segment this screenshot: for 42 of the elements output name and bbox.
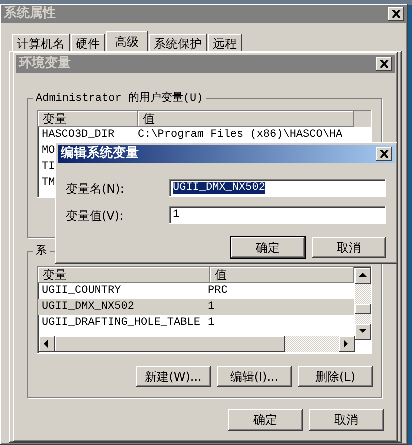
field-label: 变量值(V): bbox=[66, 208, 124, 225]
scroll-arrow-button[interactable] bbox=[355, 268, 371, 284]
action-button[interactable]: 新建(W)... bbox=[136, 366, 211, 387]
table-cell: TM bbox=[42, 176, 56, 189]
list-row[interactable]: UGII_DMX_NX502 1 bbox=[38, 299, 354, 315]
window-title: 环境变量 bbox=[19, 54, 71, 74]
window-title: 系统属性 bbox=[4, 4, 56, 24]
close-icon[interactable] bbox=[392, 10, 400, 18]
close-icon[interactable] bbox=[380, 150, 388, 158]
action-button[interactable]: 编辑(I)... bbox=[217, 366, 292, 387]
scroll-arrow-button[interactable] bbox=[39, 336, 55, 352]
close-button[interactable] bbox=[376, 147, 392, 161]
column-header[interactable]: 值 bbox=[138, 111, 354, 127]
tab[interactable]: 高级 bbox=[106, 31, 148, 53]
table-cell: HASCO3D_DIR bbox=[42, 128, 115, 141]
list-row[interactable]: UGII_COUNTRY PRC bbox=[38, 283, 354, 299]
dialog-button[interactable]: 确定 bbox=[231, 237, 305, 258]
close-button[interactable] bbox=[376, 57, 392, 71]
input-field[interactable]: UGII_DMX_NX502 bbox=[169, 179, 386, 197]
triangle-icon[interactable] bbox=[43, 340, 51, 348]
table-cell: TI bbox=[42, 160, 56, 173]
table-cell-text: C:\Program Files (x86)\HASCO\HA bbox=[138, 128, 343, 143]
list-row[interactable]: UGII_DRAFTING_HOLE_TABLE 1 bbox=[38, 315, 354, 331]
close-button[interactable] bbox=[388, 7, 404, 21]
input-field[interactable]: 1 bbox=[169, 206, 386, 224]
scroll-arrow-button[interactable] bbox=[339, 336, 355, 352]
action-button[interactable]: 删除(L) bbox=[298, 366, 373, 387]
dialog-button[interactable]: 确定 bbox=[228, 409, 303, 431]
column-header[interactable]: 变量 bbox=[38, 111, 138, 127]
dialog-button[interactable]: 取消 bbox=[309, 409, 384, 431]
column-header[interactable]: 变量 bbox=[38, 267, 210, 283]
triangle-icon[interactable] bbox=[359, 272, 367, 280]
scrollbar-thumb[interactable] bbox=[55, 336, 285, 352]
scrollbar-thumb[interactable] bbox=[355, 304, 371, 314]
close-icon[interactable] bbox=[380, 60, 388, 68]
field-label: 变量名(N): bbox=[66, 181, 124, 198]
dialog-button[interactable]: 取消 bbox=[312, 237, 386, 258]
scroll-arrow-button[interactable] bbox=[355, 324, 371, 340]
table-cell: MO bbox=[42, 144, 56, 157]
column-header[interactable]: 值 bbox=[210, 267, 354, 283]
scrollbar-track[interactable] bbox=[355, 314, 371, 324]
dialog-title: 编辑系统变量 bbox=[61, 144, 139, 164]
